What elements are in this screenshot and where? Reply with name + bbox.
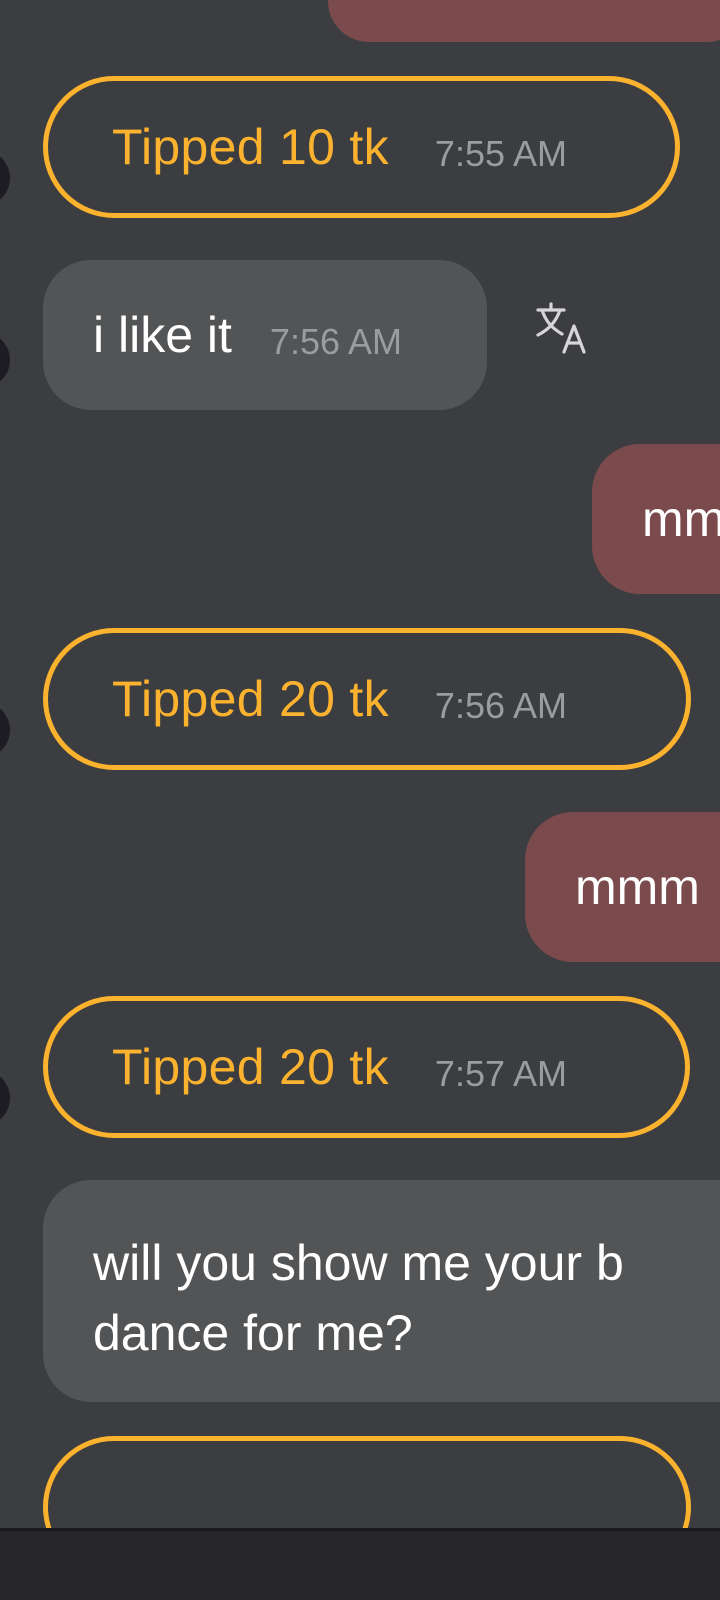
avatar[interactable] (0, 150, 10, 206)
tip-message-bubble: Tipped 20 tk 7:56 AM (43, 628, 691, 770)
tip-message-bubble: Tipped 20 tk 7:57 AM (43, 996, 690, 1138)
incoming-message-bubble[interactable]: will you show me your b dance for me? (43, 1180, 720, 1402)
message-timestamp: 7:56 AM (434, 685, 568, 726)
tip-label: Tipped 20 tk (112, 1039, 389, 1095)
message-text: mmm (575, 859, 700, 915)
avatar[interactable] (0, 332, 10, 388)
translate-icon[interactable] (536, 300, 592, 356)
outgoing-message-bubble[interactable]: mm (592, 444, 720, 594)
message-timestamp: 7:56 AM (269, 321, 403, 362)
outgoing-message-bubble[interactable]: mmm (525, 812, 720, 962)
avatar[interactable] (0, 702, 10, 758)
tip-label: Tipped 10 tk (112, 119, 389, 175)
message-timestamp: 7:57 AM (434, 1053, 568, 1094)
private-message-input[interactable] (0, 1589, 720, 1600)
tip-message-bubble (43, 1436, 691, 1528)
incoming-message-bubble[interactable]: i like it 7:56 AM (43, 260, 487, 410)
message-composer (0, 1528, 720, 1600)
avatar[interactable] (0, 1070, 10, 1126)
tip-label: Tipped 20 tk (112, 671, 389, 727)
message-text: i like it (93, 307, 232, 363)
message-text-line: dance for me? (93, 1305, 413, 1361)
message-timestamp: 7:55 AM (434, 133, 568, 174)
outgoing-message-bubble[interactable] (328, 0, 720, 42)
message-text-line: will you show me your b (93, 1235, 624, 1291)
message-text: mm (642, 491, 720, 547)
chat-message-list[interactable]: Tipped 10 tk 7:55 AM i like it 7:56 AM m… (0, 0, 720, 1528)
tip-message-bubble: Tipped 10 tk 7:55 AM (43, 76, 680, 218)
